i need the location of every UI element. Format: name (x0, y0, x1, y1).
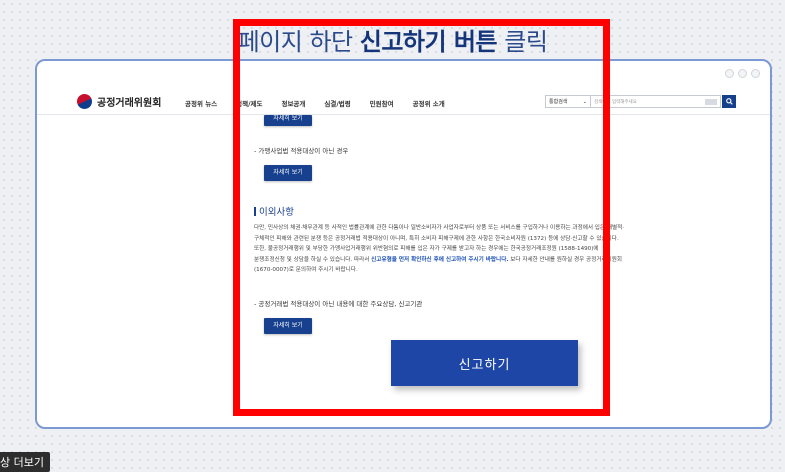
menu-item-news[interactable]: 공정위 뉴스 (185, 98, 217, 108)
site-logo[interactable]: 공정거래위원회 (74, 91, 162, 112)
search-button[interactable] (722, 95, 736, 108)
taegeuk-icon (74, 91, 95, 112)
window-dot-icon (738, 69, 747, 78)
search-input[interactable]: 검색어를 입력해주세요 (591, 95, 721, 108)
search-icon (725, 98, 733, 105)
window-dot-icon (725, 69, 734, 78)
logo-text: 공정거래위원회 (97, 98, 162, 109)
window-controls (725, 69, 760, 78)
show-more-button[interactable]: 상 더보기 (0, 452, 50, 472)
highlight-box (233, 19, 610, 416)
window-dot-icon (751, 69, 760, 78)
clear-icon[interactable] (705, 99, 717, 105)
